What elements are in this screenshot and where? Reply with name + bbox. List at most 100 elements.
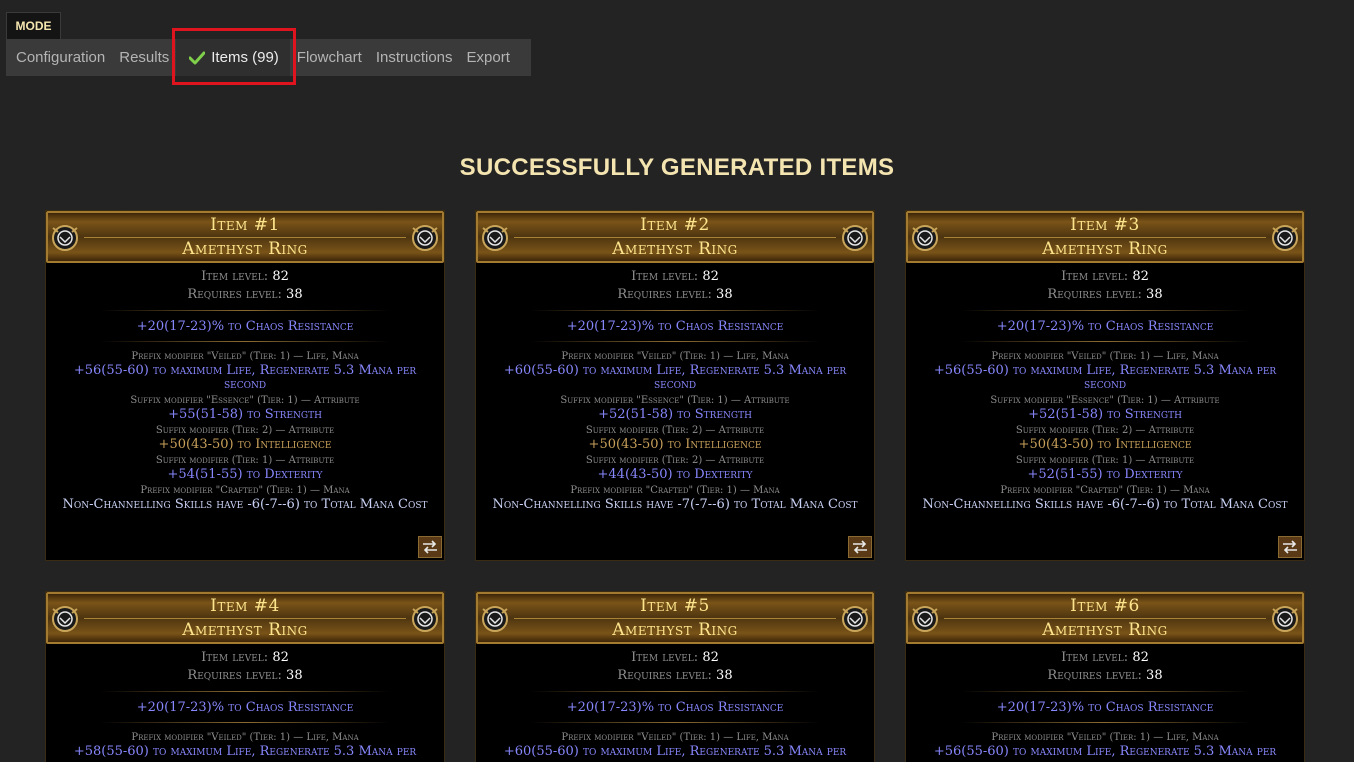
mod-label: Prefix modifier "Veiled" (Tier: 1) — Lif… xyxy=(991,732,1219,743)
mod-list: Prefix modifier "Veiled" (Tier: 1) — Lif… xyxy=(476,350,874,512)
item-level: Item level: 82 xyxy=(1061,650,1149,665)
item-body: Item level: 82 Requires level: 38 +20(17… xyxy=(46,644,444,762)
tab-flowchart[interactable]: Flowchart xyxy=(290,39,369,76)
item-card: Item #4 Amethyst Ring Item level: 82 Req… xyxy=(45,591,445,762)
mod-label: Prefix modifier "Veiled" (Tier: 1) — Lif… xyxy=(561,351,789,362)
tab-configuration[interactable]: Configuration xyxy=(9,39,112,76)
tab-export[interactable]: Export xyxy=(460,39,517,76)
mod-text: +52(51-55) to Dexterity xyxy=(1027,467,1183,482)
separator xyxy=(100,691,390,692)
mod-label: Suffix modifier (Tier: 2) — Attribute xyxy=(1015,425,1195,436)
item-card: Item #5 Amethyst Ring Item level: 82 Req… xyxy=(475,591,875,762)
item-level: Item level: 82 xyxy=(201,269,289,284)
item-base: Amethyst Ring xyxy=(1042,239,1168,259)
mod-list: Prefix modifier "Veiled" (Tier: 1) — Lif… xyxy=(906,350,1304,512)
implicit-mod: +20(17-23)% to Chaos Resistance xyxy=(136,319,354,334)
mod-text: +52(51-58) to Strength xyxy=(1028,407,1182,422)
item-title: Item #5 xyxy=(640,596,710,616)
item-base: Amethyst Ring xyxy=(182,239,308,259)
mod-label: Prefix modifier "Veiled" (Tier: 1) — Lif… xyxy=(561,732,789,743)
mod-label: Suffix modifier "Essence" (Tier: 1) — At… xyxy=(130,395,360,406)
requires-level: Requires level: 38 xyxy=(187,668,303,683)
mod-text: Non-Channelling Skills have -6(-7--6) to… xyxy=(922,497,1288,512)
mod-text: Non-Channelling Skills have -6(-7--6) to… xyxy=(62,497,428,512)
mod-text: +44(43-50) to Dexterity xyxy=(597,467,753,482)
item-base: Amethyst Ring xyxy=(612,239,738,259)
mod-label: Prefix modifier "Veiled" (Tier: 1) — Lif… xyxy=(991,351,1219,362)
item-body: Item level: 82 Requires level: 38 +20(17… xyxy=(906,644,1304,762)
mod-label: Prefix modifier "Crafted" (Tier: 1) — Ma… xyxy=(1000,485,1210,496)
implicit-mod: +20(17-23)% to Chaos Resistance xyxy=(566,319,784,334)
swap-button[interactable] xyxy=(1278,536,1302,558)
item-level: Item level: 82 xyxy=(201,650,289,665)
item-level: Item level: 82 xyxy=(631,650,719,665)
separator xyxy=(100,310,390,311)
swap-arrows-icon xyxy=(1283,540,1297,554)
nav-bar: Configuration Results Items (99) Flowcha… xyxy=(6,39,531,76)
mod-label: Suffix modifier (Tier: 1) — Attribute xyxy=(155,455,335,466)
item-header: Item #6 Amethyst Ring xyxy=(906,592,1304,644)
item-title: Item #1 xyxy=(210,215,280,235)
mod-label: Prefix modifier "Veiled" (Tier: 1) — Lif… xyxy=(131,351,359,362)
tab-instructions[interactable]: Instructions xyxy=(369,39,460,76)
mod-label: Suffix modifier (Tier: 2) — Attribute xyxy=(155,425,335,436)
separator xyxy=(960,341,1250,342)
mod-list: Prefix modifier "Veiled" (Tier: 1) — Lif… xyxy=(906,731,1304,762)
mod-label: Suffix modifier (Tier: 2) — Attribute xyxy=(585,455,765,466)
mod-text: +52(51-58) to Strength xyxy=(598,407,752,422)
separator xyxy=(530,722,820,723)
item-card: Item #3 Amethyst Ring Item level: 82 Req… xyxy=(905,210,1305,561)
mod-text: +56(55-60) to maximum Life, Regenerate 5… xyxy=(73,363,417,392)
mod-list: Prefix modifier "Veiled" (Tier: 1) — Lif… xyxy=(46,350,444,512)
item-header: Item #1 Amethyst Ring xyxy=(46,211,444,263)
check-icon xyxy=(189,51,206,64)
item-header: Item #4 Amethyst Ring xyxy=(46,592,444,644)
mod-text: +60(55-60) to maximum Life, Regenerate 5… xyxy=(503,363,847,392)
mod-label: Prefix modifier "Crafted" (Tier: 1) — Ma… xyxy=(570,485,780,496)
swap-button[interactable] xyxy=(848,536,872,558)
page-title: SUCCESSFULLY GENERATED ITEMS xyxy=(459,154,895,181)
separator xyxy=(530,691,820,692)
mod-text: +50(43-50) to Intelligence xyxy=(1018,437,1192,452)
swap-arrows-icon xyxy=(423,540,437,554)
separator xyxy=(100,722,390,723)
mod-label: Suffix modifier "Essence" (Tier: 1) — At… xyxy=(990,395,1220,406)
mod-text: +56(55-60) to maximum Life, Regenerate 5… xyxy=(933,744,1277,762)
swap-arrows-icon xyxy=(853,540,867,554)
mod-label: Suffix modifier (Tier: 1) — Attribute xyxy=(1015,455,1195,466)
requires-level: Requires level: 38 xyxy=(187,287,303,302)
requires-level: Requires level: 38 xyxy=(1047,668,1163,683)
implicit-mod: +20(17-23)% to Chaos Resistance xyxy=(136,700,354,715)
item-body: Item level: 82 Requires level: 38 +20(17… xyxy=(476,644,874,762)
mod-text: +58(55-60) to maximum Life, Regenerate 5… xyxy=(73,744,417,762)
item-card: Item #1 Amethyst Ring Item level: 82 Req… xyxy=(45,210,445,561)
separator xyxy=(960,310,1250,311)
implicit-mod: +20(17-23)% to Chaos Resistance xyxy=(566,700,784,715)
requires-level: Requires level: 38 xyxy=(617,668,733,683)
mod-label: Suffix modifier "Essence" (Tier: 1) — At… xyxy=(560,395,790,406)
item-card: Item #2 Amethyst Ring Item level: 82 Req… xyxy=(475,210,875,561)
item-header: Item #5 Amethyst Ring xyxy=(476,592,874,644)
mod-list: Prefix modifier "Veiled" (Tier: 1) — Lif… xyxy=(476,731,874,762)
tab-items[interactable]: Items (99) xyxy=(176,39,290,76)
item-header: Item #2 Amethyst Ring xyxy=(476,211,874,263)
item-level: Item level: 82 xyxy=(631,269,719,284)
mod-label: Suffix modifier (Tier: 2) — Attribute xyxy=(585,425,765,436)
item-title: Item #2 xyxy=(640,215,710,235)
mod-text: +56(55-60) to maximum Life, Regenerate 5… xyxy=(933,363,1277,392)
mod-list: Prefix modifier "Veiled" (Tier: 1) — Lif… xyxy=(46,731,444,762)
item-title: Item #3 xyxy=(1070,215,1140,235)
implicit-mod: +20(17-23)% to Chaos Resistance xyxy=(996,700,1214,715)
mod-text: +50(43-50) to Intelligence xyxy=(588,437,762,452)
tab-results[interactable]: Results xyxy=(112,39,176,76)
mode-badge: MODE xyxy=(6,12,61,40)
mod-label: Prefix modifier "Crafted" (Tier: 1) — Ma… xyxy=(140,485,350,496)
item-base: Amethyst Ring xyxy=(182,620,308,640)
separator xyxy=(530,341,820,342)
swap-button[interactable] xyxy=(418,536,442,558)
requires-level: Requires level: 38 xyxy=(1047,287,1163,302)
mod-text: +50(43-50) to Intelligence xyxy=(158,437,332,452)
mod-text: Non-Channelling Skills have -7(-7--6) to… xyxy=(492,497,858,512)
mod-text: +60(55-60) to maximum Life, Regenerate 5… xyxy=(503,744,847,762)
item-header: Item #3 Amethyst Ring xyxy=(906,211,1304,263)
